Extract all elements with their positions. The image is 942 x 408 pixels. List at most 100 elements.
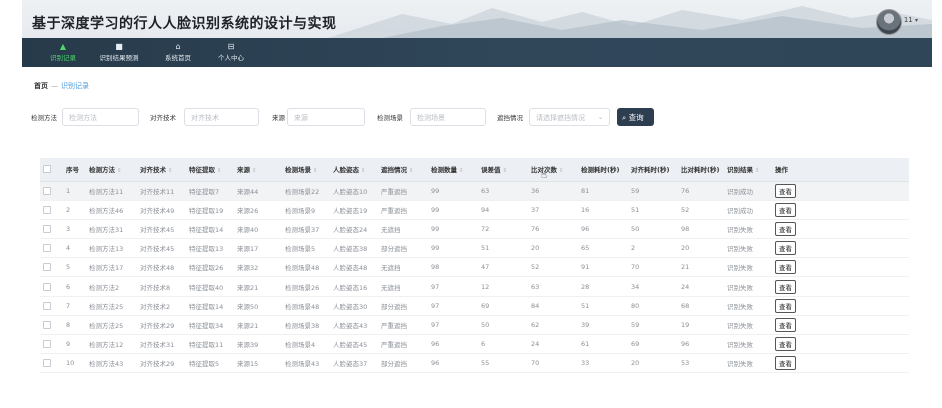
row-checkbox[interactable] bbox=[40, 353, 63, 374]
sort-icon[interactable]: ⇕ bbox=[252, 168, 257, 174]
view-button[interactable]: 查看 bbox=[775, 183, 796, 198]
row-checkbox[interactable] bbox=[40, 276, 63, 297]
view-button[interactable]: 查看 bbox=[775, 337, 796, 352]
table-cell: 检测方法25 bbox=[86, 296, 137, 316]
sort-icon[interactable]: ⇕ bbox=[409, 168, 414, 174]
user-avatar[interactable] bbox=[876, 9, 902, 35]
column-header[interactable]: 检测数量 ⇕ bbox=[428, 158, 478, 182]
row-checkbox[interactable] bbox=[40, 181, 63, 201]
table-row[interactable]: 9 检测方法12 对齐技术31 特征提取11 来源39 检测场景4 人脸姿态45 严重遮挡 96… bbox=[40, 334, 909, 355]
table-cell: 99 bbox=[428, 238, 478, 259]
row-checkbox[interactable] bbox=[40, 238, 63, 259]
column-header[interactable]: 来源 ⇕ bbox=[234, 158, 282, 182]
column-header[interactable]: 识别结果 ⇕ bbox=[724, 158, 772, 182]
sort-icon[interactable]: ⇕ bbox=[217, 168, 222, 174]
row-checkbox[interactable] bbox=[40, 315, 63, 336]
table-cell: 人脸姿态37 bbox=[330, 353, 378, 374]
checkbox-icon bbox=[43, 320, 51, 329]
nav-item-label: 个人中心 bbox=[218, 54, 244, 62]
breadcrumb-home[interactable]: 首页 bbox=[34, 82, 48, 90]
nav-item-home[interactable]: ⌂ 系统首页 bbox=[153, 41, 203, 62]
table-cell: 识别失败 bbox=[724, 334, 772, 355]
column-header[interactable]: 检测方法 ⇕ bbox=[86, 158, 137, 182]
column-header[interactable]: 检测耗时(秒) bbox=[578, 158, 628, 182]
column-header[interactable]: 遮挡情况 ⇕ bbox=[378, 158, 428, 182]
view-button[interactable]: 查看 bbox=[775, 317, 796, 332]
view-button[interactable]: 查看 bbox=[775, 202, 796, 217]
row-checkbox[interactable] bbox=[40, 257, 63, 278]
column-header[interactable]: 比对耗时(秒) bbox=[678, 158, 724, 182]
sort-icon[interactable]: ⇕ bbox=[559, 168, 564, 174]
sort-icon[interactable]: ⇕ bbox=[117, 168, 122, 174]
view-button[interactable]: 查看 bbox=[775, 279, 796, 294]
table-cell: 人脸姿态10 bbox=[330, 181, 378, 201]
table-cell: 61 bbox=[578, 334, 628, 355]
table-cell: 特征提取34 bbox=[186, 315, 234, 336]
table-cell: 来源26 bbox=[234, 200, 282, 220]
table-row[interactable]: 8 检测方法25 对齐技术29 特征提取34 来源21 检测场景38 人脸姿态43 严重遮挡 9… bbox=[40, 315, 909, 336]
source-filter-input[interactable]: 来源 bbox=[287, 108, 365, 126]
table-row[interactable]: 5 检测方法17 对齐技术48 特征提取26 来源32 检测场景48 人脸姿态48 无遮挡 98… bbox=[40, 257, 909, 278]
column-header[interactable]: 检测场景 ⇕ bbox=[282, 158, 330, 182]
table-row[interactable]: 4 检测方法13 对齐技术45 特征提取13 来源17 检测场景5 人脸姿态38 部分遮挡 99… bbox=[40, 238, 909, 259]
table-row[interactable]: 2 检测方法46 对齐技术49 特征提取19 来源26 检测场景9 人脸姿态19 严重遮挡 99… bbox=[40, 200, 909, 220]
table-cell: 72 bbox=[478, 219, 528, 240]
view-button[interactable]: 查看 bbox=[775, 356, 796, 371]
sort-icon[interactable]: ⇕ bbox=[755, 168, 760, 174]
table-cell: 94 bbox=[478, 200, 528, 220]
table-cell: 65 bbox=[578, 238, 628, 259]
table-row[interactable]: 1 检测方法11 对齐技术11 特征提取7 来源44 检测场景22 人脸姿态10 严重遮挡 99… bbox=[40, 181, 909, 201]
table-row[interactable]: 7 检测方法25 对齐技术2 特征提取14 来源50 检测场景48 人脸姿态30 部分遮挡 97… bbox=[40, 296, 909, 316]
column-header[interactable]: 特征提取 ⇕ bbox=[186, 158, 234, 182]
occlusion-select[interactable]: 请选择遮挡情况 ⌄ bbox=[529, 108, 610, 126]
row-checkbox[interactable] bbox=[40, 219, 63, 240]
nav-item-label: 识别结果预测 bbox=[99, 54, 139, 62]
message-icon: ■ bbox=[115, 42, 123, 51]
table-cell: 特征提取19 bbox=[186, 200, 234, 220]
action-cell: 查看 bbox=[772, 238, 827, 259]
table-cell: 对齐技术29 bbox=[137, 315, 186, 336]
table-cell: 检测方法11 bbox=[86, 181, 137, 201]
nav-item-profile[interactable]: ⊟ 个人中心 bbox=[206, 41, 256, 62]
table-row[interactable]: 3 检测方法31 对齐技术45 特征提取14 来源40 检测场景37 人脸姿态24 无遮挡 99… bbox=[40, 219, 909, 240]
method-filter-input[interactable]: 检测方法 bbox=[62, 108, 139, 126]
sort-icon[interactable]: ⇕ bbox=[503, 168, 508, 174]
table-row[interactable]: 10 检测方法43 对齐技术29 特征提取5 来源15 检测场景43 人脸姿态37 部分遮挡 9… bbox=[40, 353, 909, 374]
view-button[interactable]: 查看 bbox=[775, 260, 796, 275]
column-header[interactable]: 误差值 ⇕ bbox=[478, 158, 528, 182]
nav-item-prediction[interactable]: ■ 识别结果预测 bbox=[94, 41, 144, 62]
sort-icon[interactable]: ⇕ bbox=[313, 168, 318, 174]
table-cell: 人脸姿态45 bbox=[330, 334, 378, 355]
table-row[interactable]: 6 检测方法2 对齐技术8 特征提取40 来源21 检测场景26 人脸姿态16 无遮挡 97 12… bbox=[40, 276, 909, 297]
row-checkbox[interactable] bbox=[40, 334, 63, 355]
select-all-checkbox[interactable] bbox=[40, 158, 63, 182]
table-cell: 来源15 bbox=[234, 353, 282, 374]
row-checkbox[interactable] bbox=[40, 296, 63, 316]
user-menu[interactable]: 11 ▾ bbox=[904, 16, 918, 24]
view-button[interactable]: 查看 bbox=[775, 221, 796, 236]
query-button[interactable]: ⌕ 查询 bbox=[617, 108, 654, 126]
checkbox-icon bbox=[43, 301, 51, 310]
nav-item-records[interactable]: ▲ 识别记录 bbox=[38, 41, 88, 62]
table-cell: 53 bbox=[678, 353, 724, 374]
row-checkbox[interactable] bbox=[40, 200, 63, 220]
profile-icon: ⊟ bbox=[227, 42, 235, 51]
align-filter-input[interactable]: 对齐技术 bbox=[184, 108, 259, 126]
sort-icon[interactable]: ⇕ bbox=[459, 168, 464, 174]
view-button[interactable]: 查看 bbox=[775, 241, 796, 256]
table-cell: 51 bbox=[478, 238, 528, 259]
view-button[interactable]: 查看 bbox=[775, 298, 796, 313]
column-header[interactable]: 对齐耗时(秒) bbox=[628, 158, 678, 182]
table-cell: 39 bbox=[578, 315, 628, 336]
table-cell: 76 bbox=[678, 181, 724, 201]
scene-filter-input[interactable]: 检测场景 bbox=[410, 108, 486, 126]
table-cell: 人脸姿态48 bbox=[330, 257, 378, 278]
column-header[interactable]: 比对次数 ⇕ bbox=[528, 158, 578, 182]
table-cell: 69 bbox=[478, 296, 528, 316]
sort-icon[interactable]: ⇕ bbox=[361, 168, 366, 174]
table-cell: 特征提取11 bbox=[186, 334, 234, 355]
table-cell: 对齐技术45 bbox=[137, 238, 186, 259]
column-header[interactable]: 人脸姿态 ⇕ bbox=[330, 158, 378, 182]
column-header[interactable]: 对齐技术 ⇕ bbox=[137, 158, 186, 182]
sort-icon[interactable]: ⇕ bbox=[168, 168, 173, 174]
